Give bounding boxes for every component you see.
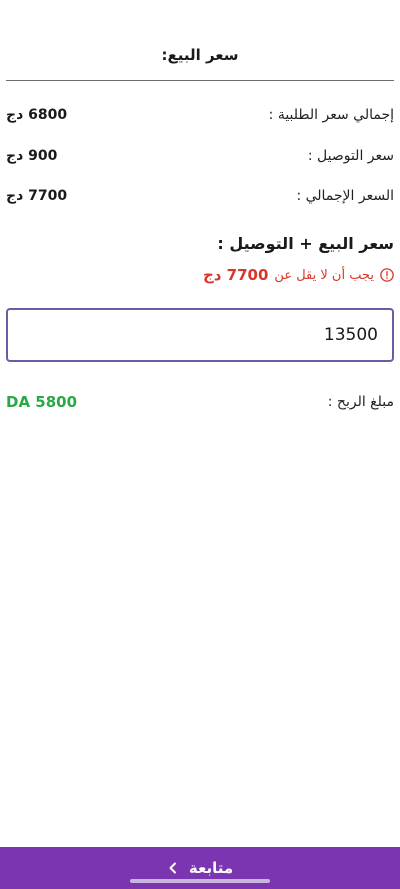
error-info-icon — [380, 268, 394, 282]
order-total-value: 6800 دج — [6, 107, 68, 123]
chevron-left-icon — [169, 862, 176, 874]
header: سعر البيع: — [0, 0, 400, 81]
validation-error: يجب أن لا يقل عن 7700 دج — [6, 266, 394, 284]
page-title: سعر البيع: — [161, 46, 239, 64]
delivery-price-label: سعر التوصيل : — [307, 148, 394, 164]
profit-label: مبلغ الربح : — [327, 394, 394, 410]
sale-price-input[interactable] — [8, 310, 392, 360]
error-message: يجب أن لا يقل عن — [274, 267, 374, 283]
profit-row: مبلغ الربح : DA 5800 — [6, 390, 394, 414]
summary-row-grand-total: السعر الإجمالي : 7700 دج — [6, 184, 394, 208]
sale-price-field[interactable] — [6, 308, 394, 362]
grand-total-value: 7700 دج — [6, 188, 68, 204]
order-total-label: إجمالي سعر الطلبية : — [268, 107, 394, 123]
continue-label: متابعة — [188, 859, 234, 877]
footer-bar: متابعة — [0, 847, 400, 889]
home-indicator — [130, 879, 270, 883]
grand-total-label: السعر الإجمالي : — [296, 188, 394, 204]
sale-price-title: سعر البيع + التوصيل : — [217, 234, 394, 253]
summary-row-delivery: سعر التوصيل : 900 دج — [6, 144, 394, 168]
header-divider — [6, 80, 394, 81]
summary-row-order-total: إجمالي سعر الطلبية : 6800 دج — [6, 103, 394, 127]
delivery-price-value: 900 دج — [6, 148, 58, 164]
error-min-amount: 7700 دج — [202, 266, 269, 284]
profit-value: DA 5800 — [6, 393, 78, 411]
